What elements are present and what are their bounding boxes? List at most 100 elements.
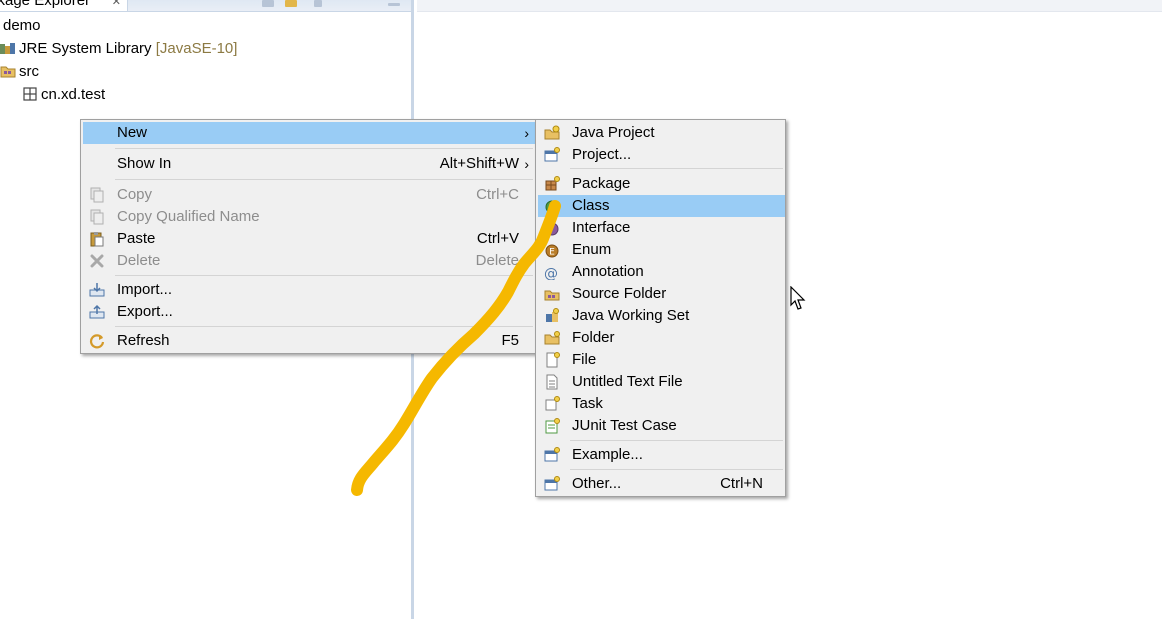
source-folder-icon bbox=[0, 66, 16, 78]
menu-item-untitled-text-file[interactable]: Untitled Text File bbox=[538, 371, 785, 393]
menu-item-enum[interactable]: E Enum bbox=[538, 239, 785, 261]
menu-separator bbox=[115, 275, 533, 276]
menu-item-paste[interactable]: Paste Ctrl+V bbox=[83, 228, 535, 250]
new-example-icon bbox=[544, 447, 560, 462]
menu-item-label: Refresh bbox=[117, 332, 170, 349]
menu-item-label: Other... bbox=[572, 475, 622, 492]
new-annotation-icon: @ bbox=[544, 266, 558, 280]
tree-item-package[interactable]: cn.xd.test bbox=[22, 84, 105, 106]
menu-item-example[interactable]: Example... bbox=[538, 444, 785, 466]
menu-separator bbox=[570, 440, 783, 441]
view-menu-chevron-icon[interactable] bbox=[314, 0, 322, 7]
java-project-icon bbox=[544, 125, 560, 140]
menu-item-junit-test-case[interactable]: JUnit Test Case bbox=[538, 415, 785, 437]
new-text-file-icon bbox=[546, 374, 558, 390]
svg-text:E: E bbox=[549, 248, 555, 258]
menu-item-annotation[interactable]: @ Annotation bbox=[538, 261, 785, 283]
menu-item-java-working-set[interactable]: Java Working Set bbox=[538, 305, 785, 327]
menu-item-label: Copy Qualified Name bbox=[117, 208, 260, 225]
paste-icon bbox=[90, 232, 104, 247]
menu-item-shortcut: Ctrl+C bbox=[476, 186, 519, 203]
package-explorer-tab-label: ckage Explorer bbox=[0, 0, 91, 9]
tree-item-label: src bbox=[19, 63, 39, 80]
menu-item-package[interactable]: Package bbox=[538, 173, 785, 195]
link-with-editor-icon[interactable] bbox=[285, 0, 297, 7]
menu-item-label: Task bbox=[572, 395, 603, 412]
minimize-icon[interactable] bbox=[388, 3, 400, 6]
menu-item-label: Project... bbox=[572, 146, 632, 163]
new-folder-icon bbox=[544, 331, 560, 345]
menu-item-label: Untitled Text File bbox=[572, 373, 683, 390]
editor-tab-bar bbox=[417, 0, 1162, 12]
menu-item-folder[interactable]: Folder bbox=[538, 327, 785, 349]
context-menu: New › Show In Alt+Shift+W › Copy Ctrl+C … bbox=[80, 119, 536, 354]
menu-item-label: Export... bbox=[117, 303, 173, 320]
svg-text:@: @ bbox=[544, 266, 558, 280]
menu-item-source-folder[interactable]: Source Folder bbox=[538, 283, 785, 305]
menu-item-label: New bbox=[117, 124, 148, 141]
new-junit-test-icon bbox=[545, 418, 560, 434]
menu-item-label: Java Project bbox=[572, 124, 655, 141]
new-class-icon: C bbox=[545, 200, 559, 214]
menu-item-shortcut: Ctrl+N bbox=[720, 475, 763, 492]
menu-item-label: Show In bbox=[117, 155, 172, 172]
tree-item-jre-library[interactable]: JRE System Library [JavaSE-10] bbox=[0, 38, 237, 60]
mouse-cursor-icon bbox=[790, 286, 806, 310]
chevron-right-icon: › bbox=[524, 125, 529, 141]
new-project-icon bbox=[544, 147, 560, 162]
new-working-set-icon bbox=[546, 308, 559, 322]
menu-item-export[interactable]: Export... bbox=[83, 301, 535, 323]
menu-item-java-project[interactable]: Java Project bbox=[538, 122, 785, 144]
new-other-icon bbox=[544, 476, 560, 491]
menu-item-label: Delete bbox=[117, 252, 161, 269]
menu-separator bbox=[570, 469, 783, 470]
tree-item-label: JRE System Library bbox=[19, 40, 152, 57]
delete-icon bbox=[90, 254, 104, 268]
menu-item-other[interactable]: Other... Ctrl+N bbox=[538, 473, 785, 495]
menu-item-task[interactable]: Task bbox=[538, 393, 785, 415]
menu-item-file[interactable]: File bbox=[538, 349, 785, 371]
menu-item-copy[interactable]: Copy Ctrl+C bbox=[83, 184, 535, 206]
menu-item-label: Interface bbox=[572, 219, 631, 236]
package-icon bbox=[23, 87, 37, 101]
new-file-icon bbox=[546, 352, 560, 368]
menu-item-interface[interactable]: Interface bbox=[538, 217, 785, 239]
tree-item-label: demo bbox=[3, 17, 41, 34]
menu-separator bbox=[115, 148, 533, 149]
library-version-decoration: [JavaSE-10] bbox=[155, 40, 238, 57]
menu-item-label: Source Folder bbox=[572, 285, 667, 302]
menu-item-label: Paste bbox=[117, 230, 156, 247]
menu-item-label: Enum bbox=[572, 241, 612, 258]
new-task-icon bbox=[545, 396, 560, 411]
collapse-all-icon[interactable] bbox=[262, 0, 274, 7]
menu-item-shortcut: Alt+Shift+W bbox=[439, 155, 519, 172]
menu-item-shortcut: Ctrl+V bbox=[476, 230, 519, 247]
new-source-folder-icon bbox=[544, 290, 560, 301]
menu-item-show-in[interactable]: Show In Alt+Shift+W › bbox=[83, 153, 535, 175]
package-explorer-tab[interactable]: ckage Explorer ✕ bbox=[0, 0, 128, 11]
explorer-tab-bar: ckage Explorer ✕ bbox=[0, 0, 411, 12]
close-icon[interactable]: ✕ bbox=[112, 0, 121, 11]
menu-item-copy-qualified-name[interactable]: Copy Qualified Name bbox=[83, 206, 535, 228]
tree-item-project-demo[interactable]: demo bbox=[3, 15, 41, 37]
menu-separator bbox=[115, 326, 533, 327]
menu-item-delete[interactable]: Delete Delete bbox=[83, 250, 535, 272]
menu-separator bbox=[115, 179, 533, 180]
menu-item-refresh[interactable]: Refresh F5 bbox=[83, 330, 535, 352]
menu-item-new[interactable]: New › bbox=[83, 122, 535, 144]
menu-item-project[interactable]: Project... bbox=[538, 144, 785, 166]
menu-item-label: Import... bbox=[117, 281, 173, 298]
menu-item-shortcut: F5 bbox=[501, 332, 519, 349]
chevron-right-icon: › bbox=[524, 156, 529, 172]
menu-item-class[interactable]: C Class bbox=[538, 195, 785, 217]
export-icon bbox=[89, 304, 105, 319]
menu-item-shortcut: Delete bbox=[475, 252, 519, 269]
refresh-icon bbox=[89, 334, 105, 349]
menu-item-label: Folder bbox=[572, 329, 615, 346]
menu-item-label: Java Working Set bbox=[572, 307, 690, 324]
copy-icon bbox=[90, 209, 104, 225]
menu-item-label: JUnit Test Case bbox=[572, 417, 677, 434]
tree-item-src[interactable]: src bbox=[0, 61, 39, 83]
menu-item-import[interactable]: Import... bbox=[83, 279, 535, 301]
new-enum-icon: E bbox=[545, 244, 559, 258]
